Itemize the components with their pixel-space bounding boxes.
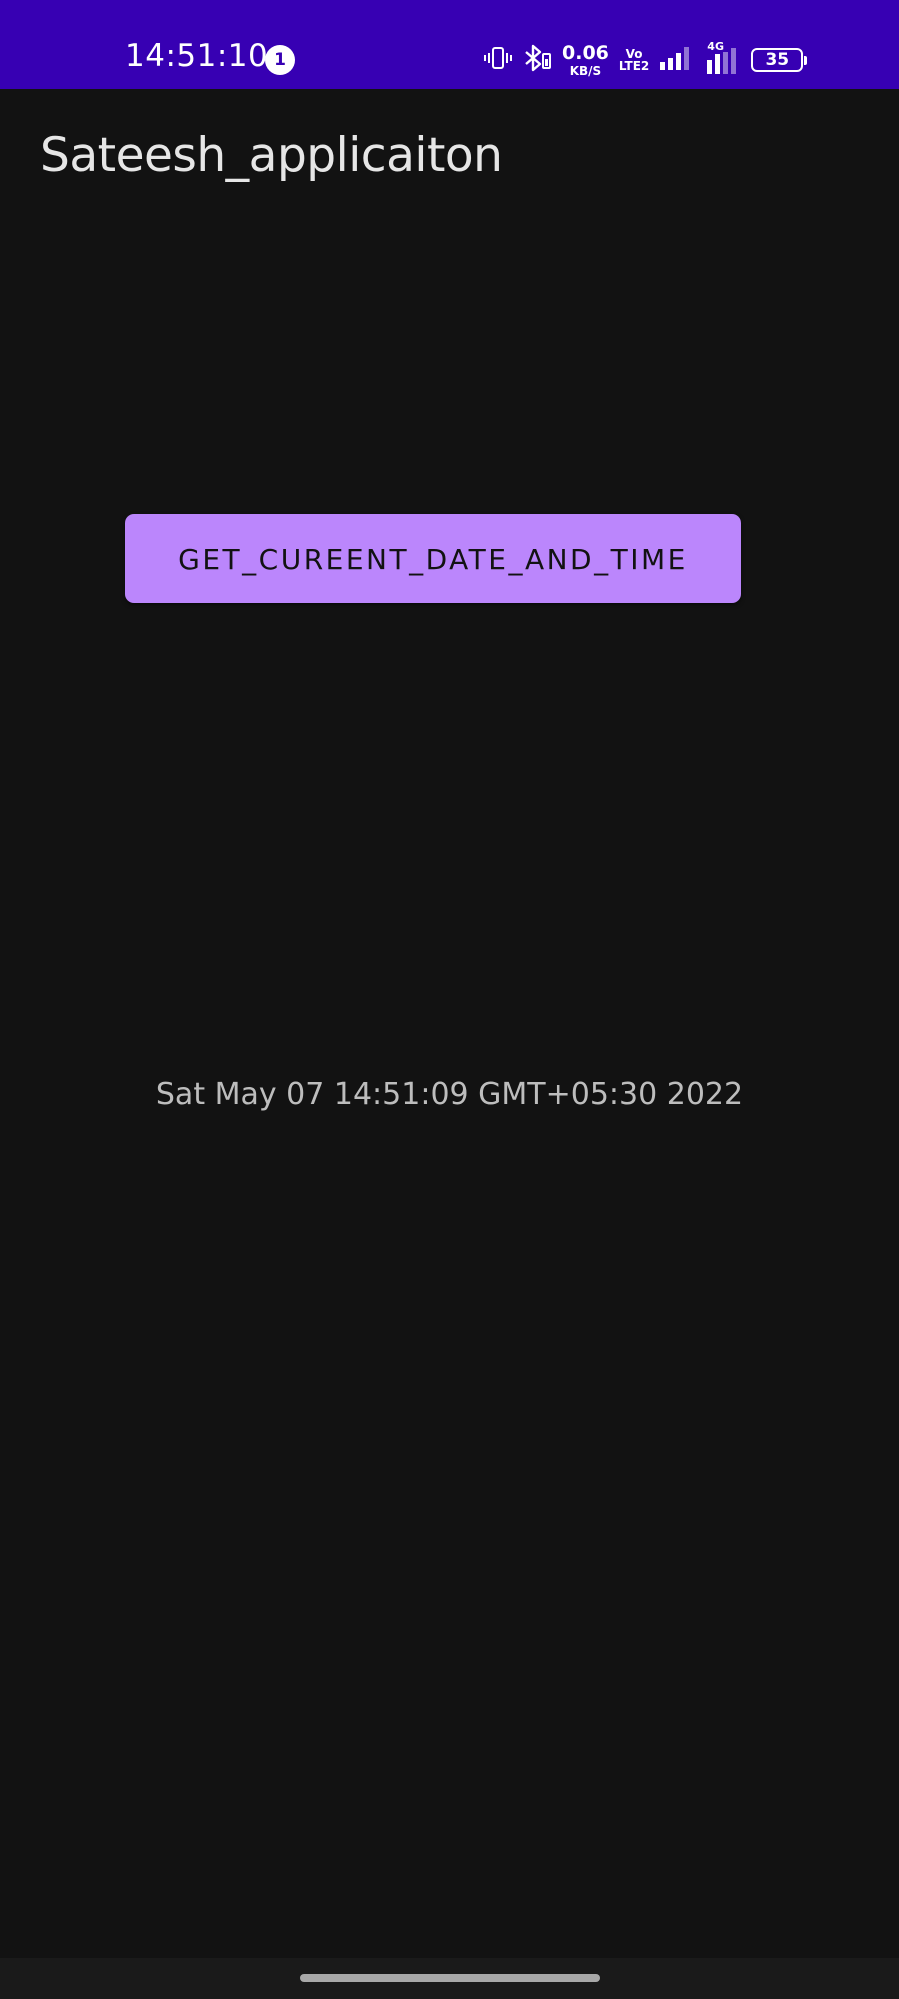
status-icons: 0.06 KB/S Vo LTE2 4G 35 bbox=[484, 40, 808, 80]
bluetooth-icon bbox=[522, 44, 552, 77]
signal-4g-icon: 4G bbox=[703, 40, 741, 76]
get-current-date-time-button[interactable]: GET_CUREENT_DATE_AND_TIME bbox=[125, 514, 741, 603]
screen: 14:51:10 1 0.06 KB/S Vo LTE2 4G 35 Satee… bbox=[0, 0, 899, 1999]
volte-indicator: Vo LTE2 bbox=[619, 48, 649, 72]
status-time: 14:51:10 bbox=[125, 38, 269, 74]
home-indicator[interactable] bbox=[300, 1974, 600, 1982]
net-speed-value: 0.06 bbox=[562, 41, 609, 64]
battery-icon: 35 bbox=[751, 48, 808, 72]
net-speed: 0.06 KB/S bbox=[562, 41, 609, 78]
app-title: Sateesh_applicaiton bbox=[40, 128, 503, 183]
vibrate-icon bbox=[484, 44, 512, 77]
notification-badge: 1 bbox=[265, 45, 295, 75]
net-speed-unit: KB/S bbox=[569, 63, 602, 78]
date-time-text: Sat May 07 14:51:09 GMT+05:30 2022 bbox=[155, 1077, 744, 1112]
status-bar: 14:51:10 1 0.06 KB/S Vo LTE2 4G 35 bbox=[0, 0, 899, 89]
battery-level: 35 bbox=[765, 50, 790, 70]
signal-icon bbox=[659, 45, 693, 76]
volte-bottom: LTE2 bbox=[618, 59, 650, 73]
